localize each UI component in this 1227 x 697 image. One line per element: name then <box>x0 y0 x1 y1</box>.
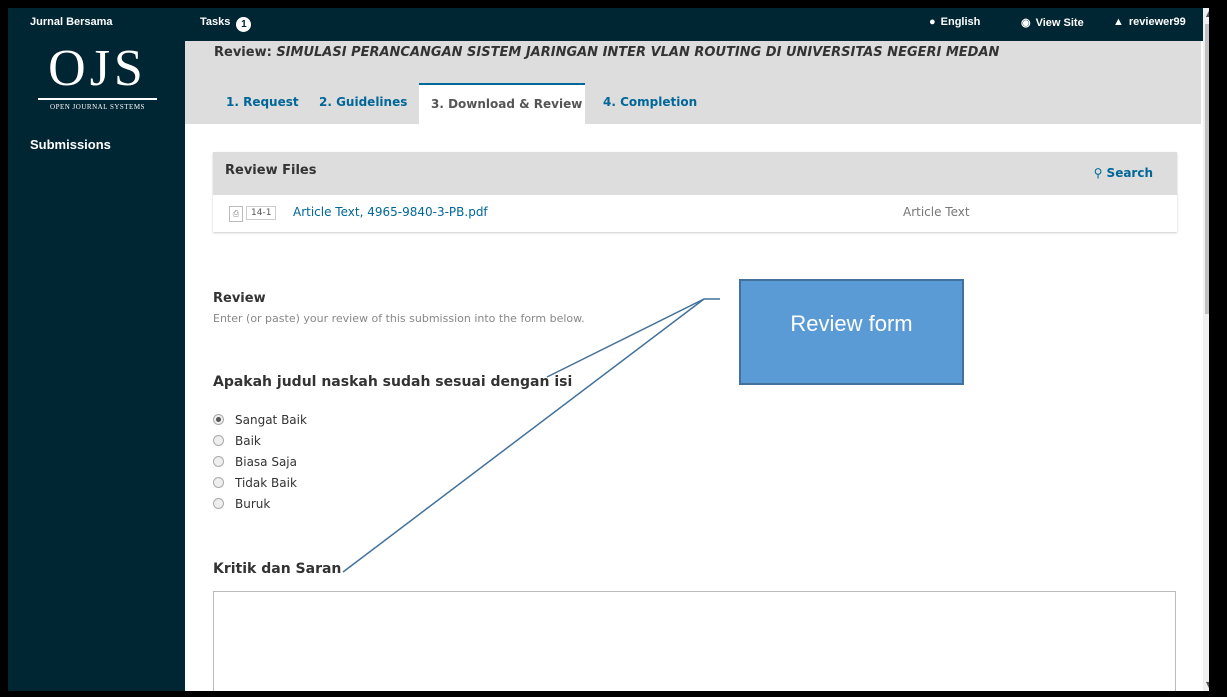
review-description: Enter (or paste) your review of this sub… <box>213 312 585 325</box>
logo-subtitle: OPEN JOURNAL SYSTEMS <box>50 103 145 111</box>
radio-option[interactable]: Baik <box>213 431 307 452</box>
eye-icon: ◉ <box>1021 17 1031 29</box>
tasks-count-badge: 1 <box>236 17 252 32</box>
user-menu[interactable]: ▲ reviewer99 <box>1113 16 1186 28</box>
tasks-link[interactable]: Tasks 1 <box>200 16 252 32</box>
file-row: ⎙ 14-1 Article Text, 4965-9840-3-PB.pdf … <box>213 195 1177 232</box>
radio-option[interactable]: Sangat Baik <box>213 410 307 431</box>
file-id: 14-1 <box>246 206 277 220</box>
language-label: English <box>940 16 981 28</box>
callout-line-to-critique <box>342 298 705 573</box>
review-files-title: Review Files <box>225 163 317 178</box>
radio-button[interactable] <box>213 477 224 488</box>
radio-button[interactable] <box>213 456 224 467</box>
radio-option[interactable]: Buruk <box>213 494 307 515</box>
radio-button[interactable] <box>213 435 224 446</box>
radio-button-selected[interactable] <box>213 414 224 425</box>
question-critique: Kritik dan Saran <box>213 561 342 577</box>
scroll-down-arrow-icon[interactable]: ▼ <box>1203 679 1209 691</box>
radio-label: Biasa Saja <box>235 455 297 469</box>
scrollbar-thumb[interactable] <box>1205 24 1209 314</box>
browser-viewport: Jurnal Bersama Tasks 1 ● English ◉ View Si… <box>8 8 1209 691</box>
sidebar: OJS OPEN JOURNAL SYSTEMS Submissions <box>8 41 185 691</box>
radio-button[interactable] <box>213 498 224 509</box>
callout-line-to-question <box>546 298 720 378</box>
review-form-callout: Review form <box>739 279 964 385</box>
pdf-file-icon: ⎙ <box>229 206 243 222</box>
tab-completion[interactable]: 4. Completion <box>591 83 709 124</box>
review-files-header: Review Files ⚲ Search <box>213 152 1177 195</box>
critique-textarea[interactable] <box>213 591 1176 691</box>
scroll-up-arrow-icon[interactable]: ▲ <box>1203 8 1209 20</box>
file-type: Article Text <box>903 205 970 219</box>
submission-title: SIMULASI PERANCANGAN SISTEM JARINGAN INT… <box>276 45 1000 60</box>
vertical-scrollbar[interactable]: ▲ ▼ <box>1203 8 1209 691</box>
tab-request[interactable]: 1. Request <box>214 83 311 124</box>
search-icon: ⚲ <box>1093 166 1107 180</box>
sidebar-item-submissions[interactable]: Submissions <box>30 137 111 152</box>
top-bar: Jurnal Bersama Tasks 1 ● English ◉ View Si… <box>8 8 1209 41</box>
radio-label: Buruk <box>235 497 271 511</box>
review-prefix: Review: <box>214 45 277 60</box>
radio-label: Baik <box>235 434 261 448</box>
logo-text: OJS <box>48 40 147 97</box>
globe-icon: ● <box>929 16 936 28</box>
page-title: Review: SIMULASI PERANCANGAN SISTEM JARI… <box>214 45 999 60</box>
tasks-label: Tasks <box>200 16 231 28</box>
view-site-label: View Site <box>1035 17 1084 29</box>
review-heading: Review <box>213 291 266 306</box>
radio-option[interactable]: Tidak Baik <box>213 473 307 494</box>
logo-divider <box>38 98 157 100</box>
rating-radio-group: Sangat Baik Baik Biasa Saja Tidak Baik B… <box>213 410 307 515</box>
question-title-match: Apakah judul naskah sudah sesuai dengan … <box>213 374 573 390</box>
review-header: Review: SIMULASI PERANCANGAN SISTEM JARI… <box>185 41 1201 124</box>
view-site-link[interactable]: ◉ View Site <box>1021 16 1084 29</box>
journal-name-link[interactable]: Jurnal Bersama <box>30 16 113 28</box>
search-label: Search <box>1106 166 1153 180</box>
username: reviewer99 <box>1128 16 1186 28</box>
radio-option[interactable]: Biasa Saja <box>213 452 307 473</box>
radio-label: Sangat Baik <box>235 413 307 427</box>
ojs-logo[interactable]: OJS OPEN JOURNAL SYSTEMS <box>30 41 165 121</box>
tab-guidelines[interactable]: 2. Guidelines <box>307 83 419 124</box>
file-name-link[interactable]: Article Text, 4965-9840-3-PB.pdf <box>293 205 488 219</box>
review-files-panel: Review Files ⚲ Search ⎙ 14-1 Article Tex… <box>213 152 1177 232</box>
search-button[interactable]: ⚲ Search <box>1094 166 1153 180</box>
tab-download-review[interactable]: 3. Download & Review <box>419 83 585 124</box>
radio-label: Tidak Baik <box>235 476 297 490</box>
user-icon: ▲ <box>1113 16 1124 28</box>
language-link[interactable]: ● English <box>929 16 980 28</box>
